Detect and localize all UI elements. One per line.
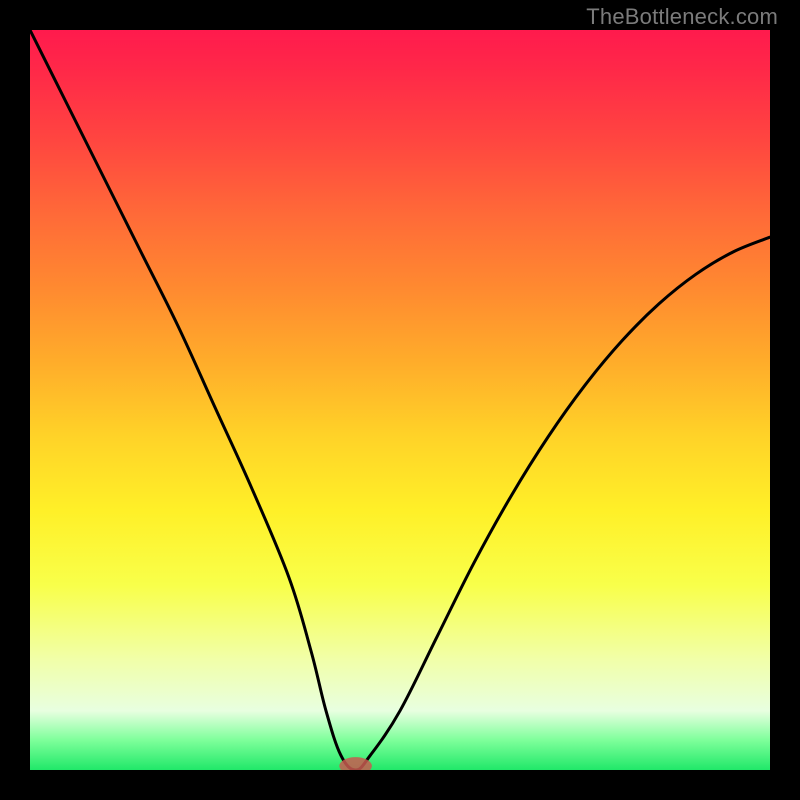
chart-frame: TheBottleneck.com [0, 0, 800, 800]
bottleneck-curve [30, 30, 770, 770]
plot-svg [30, 30, 770, 770]
plot-area [30, 30, 770, 770]
watermark-text: TheBottleneck.com [586, 4, 778, 30]
